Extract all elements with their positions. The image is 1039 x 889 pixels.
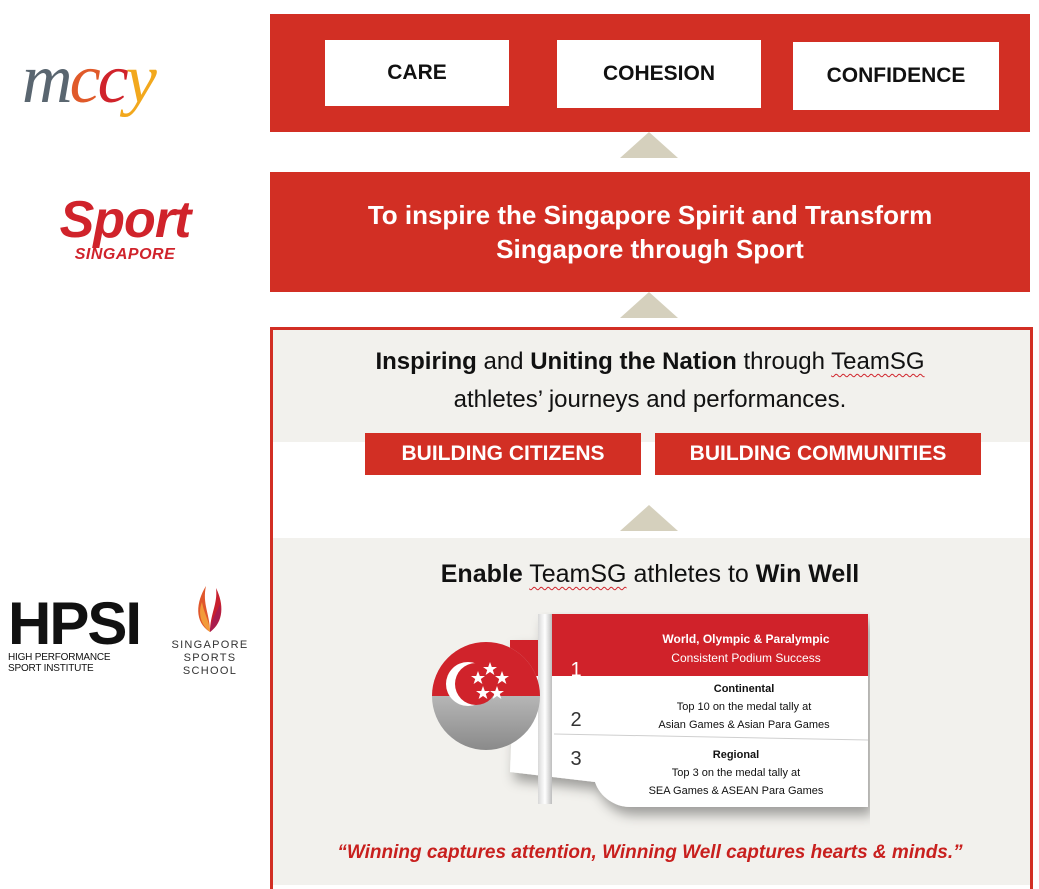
tier-1-title: World, Olympic & Paralympic [662, 632, 829, 646]
podium-graphic: 1 2 3 World, Olympic & Paralympic Consis… [432, 614, 869, 807]
hpsi-logo: HPSI HIGH PERFORMANCE SPORT INSTITUTE [8, 590, 158, 676]
arrow-up-1 [620, 132, 678, 158]
pillar-building-citizens: BUILDING CITIZENS [365, 433, 641, 475]
tier-2-line2: Asian Games & Asian Para Games [658, 719, 830, 731]
statement-and: and [476, 348, 531, 375]
mission-bar: To inspire the Singapore Spirit and Tran… [270, 172, 1030, 292]
statement-inspiring: Inspiring [375, 348, 477, 375]
value-cohesion: COHESION [557, 40, 761, 108]
singapore-sports-school-logo: SINGAPORE SPORTS SCHOOL [158, 582, 262, 677]
enable-teamsg: TeamSG [529, 560, 627, 588]
tier-2-rank: 2 [570, 709, 581, 731]
enable-statement: Enable TeamSG athletes to Win Well [300, 560, 1000, 589]
tier-3-line2: SEA Games & ASEAN Para Games [649, 785, 824, 797]
arrow-up-3 [620, 505, 678, 531]
mccy-letter-c2: c [97, 41, 129, 118]
singapore-flag-ball [432, 642, 540, 750]
tier-2-line1: Top 10 on the medal tally at [677, 701, 812, 713]
mccy-letter-y: y [125, 41, 157, 118]
tier-1-line1: Consistent Podium Success [671, 651, 820, 665]
sport-logo-word: Sport [59, 191, 192, 249]
hpsi-logo-sub-2: SPORT INSTITUTE [8, 663, 94, 674]
tier-3-line1: Top 3 on the medal tally at [672, 767, 800, 779]
mission-statement: To inspire the Singapore Spirit and Tran… [367, 200, 933, 264]
podium-roll [538, 614, 552, 804]
values-bar: CARE COHESION CONFIDENCE [270, 14, 1030, 132]
mccy-logo: mccy [22, 40, 232, 120]
enable-win-well: Win Well [755, 560, 860, 588]
hpsi-logo-word: HPSI [8, 590, 142, 657]
tier-1-rank: 1 [570, 659, 581, 681]
mccy-letter-c1: c [69, 41, 101, 118]
enable-athletes: athletes to [626, 560, 756, 588]
value-confidence: CONFIDENCE [793, 42, 999, 110]
mccy-letter-m: m [22, 41, 73, 118]
enable-word: Enable [440, 560, 523, 588]
sss-logo-sub-1: SINGAPORE [171, 639, 249, 651]
statement-through: through [736, 348, 832, 375]
tier-3-title: Regional [713, 749, 759, 761]
win-well-quote: “Winning captures attention, Winning Wel… [337, 842, 963, 863]
flame-icon [198, 586, 222, 632]
statement-teamsg: TeamSG [831, 348, 925, 375]
pillar-building-communities: BUILDING COMMUNITIES [655, 433, 981, 475]
sss-logo-sub-2: SPORTS SCHOOL [182, 652, 238, 677]
tier-2-title: Continental [714, 683, 775, 695]
nation-statement: Inspiring and Uniting the Nation through… [300, 343, 1000, 419]
nation-statement-line1: Inspiring and Uniting the Nation through… [300, 343, 1000, 381]
value-care: CARE [325, 40, 509, 106]
arrow-up-2 [620, 292, 678, 318]
statement-uniting: Uniting the Nation [530, 348, 737, 375]
sport-singapore-logo: Sport SINGAPORE [40, 192, 210, 272]
nation-statement-line2: athletes’ journeys and performances. [453, 386, 847, 413]
tier-3-rank: 3 [570, 748, 581, 770]
